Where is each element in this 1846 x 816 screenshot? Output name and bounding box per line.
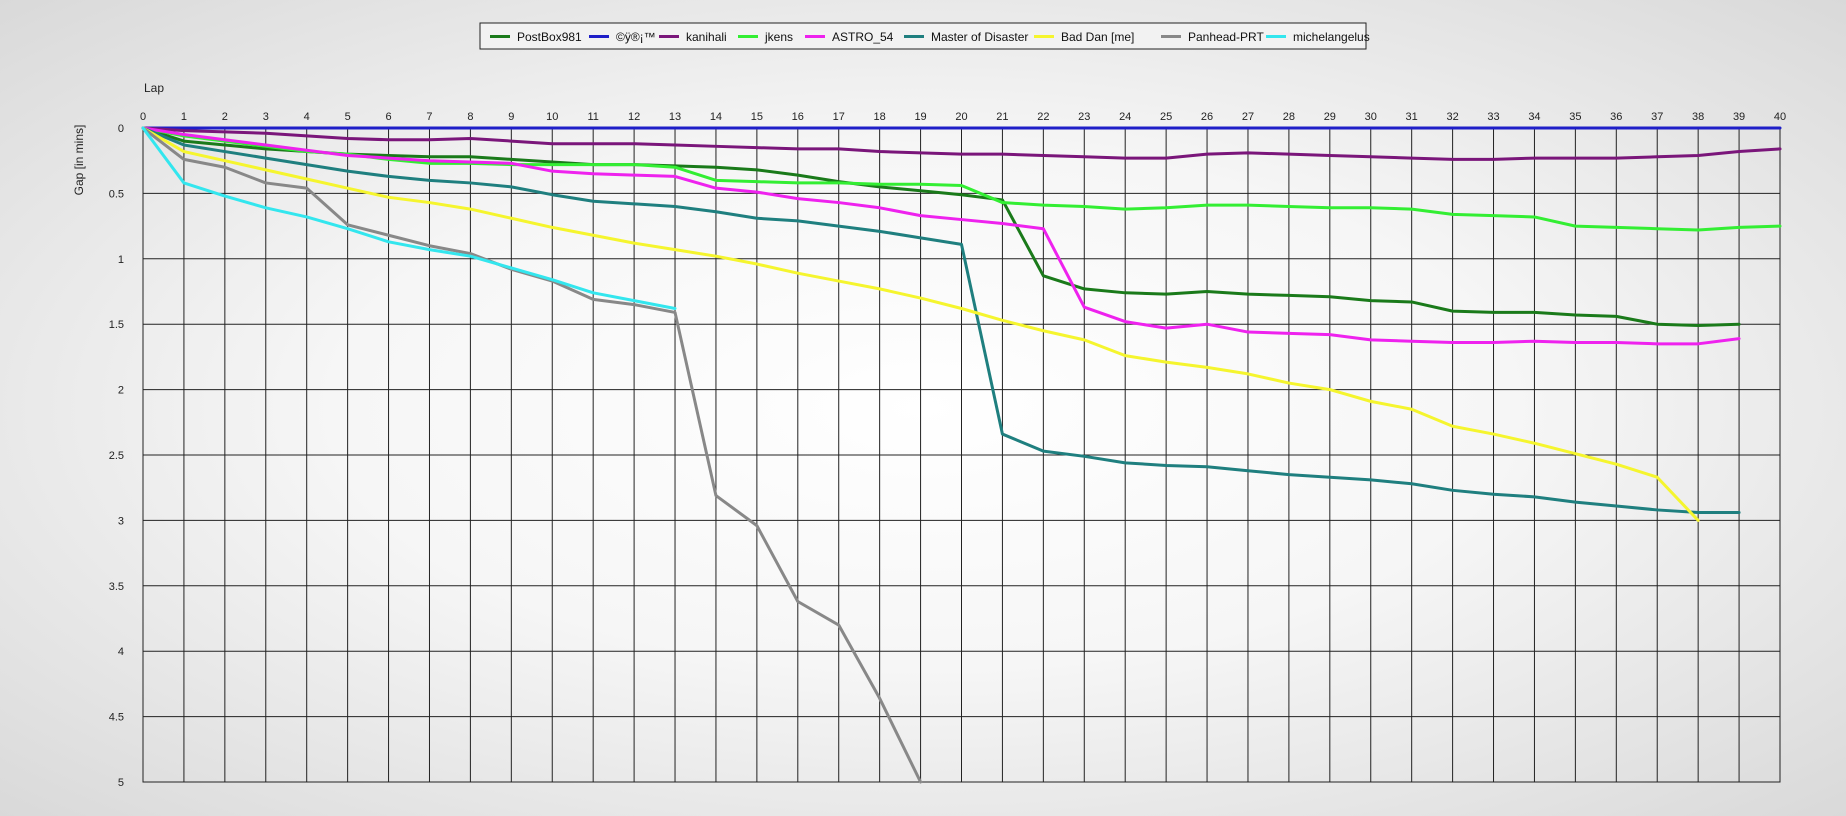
race-gap-chart: PostBox981 ©ÿ®¡™ kanihali jkens ASTRO_54 Mast… xyxy=(72,22,1786,789)
x-tick-label: 2 xyxy=(222,111,228,123)
legend-label: Master of Disaster xyxy=(931,30,1028,44)
x-tick-label: 36 xyxy=(1610,111,1622,123)
legend-label: kanihali xyxy=(686,30,727,44)
y-tick-label: 2.5 xyxy=(109,450,124,462)
x-tick-label: 24 xyxy=(1119,111,1131,123)
x-tick-label: 40 xyxy=(1774,111,1786,123)
legend-label: ©ÿ®¡™ xyxy=(616,30,656,44)
x-tick-label: 31 xyxy=(1406,111,1418,123)
plot-area: 0 1 2 3 4 5 6 7 8 9 10 11 12 13 14 15 16 17 18 19 20 21 22 23 24… xyxy=(109,111,1786,789)
x-tick-label: 14 xyxy=(710,111,722,123)
x-tick-label: 12 xyxy=(628,111,640,123)
x-tick-label: 22 xyxy=(1037,111,1049,123)
x-tick-label: 13 xyxy=(669,111,681,123)
x-tick-labels: 0 1 2 3 4 5 6 7 8 9 10 11 12 13 14 15 16 17 18 19 20 21 22 23 24… xyxy=(140,111,1786,123)
legend-label: jkens xyxy=(764,30,793,44)
x-tick-label: 5 xyxy=(345,111,351,123)
y-tick-label: 1.5 xyxy=(109,319,124,331)
x-tick-label: 10 xyxy=(546,111,558,123)
x-tick-label: 38 xyxy=(1692,111,1704,123)
legend-label: PostBox981 xyxy=(517,30,582,44)
y-tick-label: 5 xyxy=(118,777,124,789)
x-tick-label: 33 xyxy=(1487,111,1499,123)
legend-label: Bad Dan [me] xyxy=(1061,30,1134,44)
legend-label: ASTRO_54 xyxy=(832,30,894,44)
x-tick-label: 32 xyxy=(1446,111,1458,123)
x-tick-label: 3 xyxy=(263,111,269,123)
chart-legend: PostBox981 ©ÿ®¡™ kanihali jkens ASTRO_54 Mast… xyxy=(479,22,1370,50)
legend-label: Panhead-PRT xyxy=(1188,30,1264,44)
y-tick-label: 4 xyxy=(118,646,124,658)
x-tick-label: 26 xyxy=(1201,111,1213,123)
y-tick-label: 4.5 xyxy=(109,712,124,724)
x-tick-label: 29 xyxy=(1324,111,1336,123)
x-tick-label: 37 xyxy=(1651,111,1663,123)
x-tick-label: 30 xyxy=(1365,111,1377,123)
x-tick-label: 18 xyxy=(874,111,886,123)
x-tick-label: 17 xyxy=(833,111,845,123)
x-tick-label: 1 xyxy=(181,111,187,123)
legend-label: michelangelus xyxy=(1293,30,1370,44)
x-tick-label: 8 xyxy=(467,111,473,123)
x-tick-label: 25 xyxy=(1160,111,1172,123)
x-tick-label: 15 xyxy=(751,111,763,123)
y-tick-label: 1 xyxy=(118,254,124,266)
x-tick-label: 0 xyxy=(140,111,146,123)
x-tick-label: 20 xyxy=(955,111,967,123)
y-tick-label: 3.5 xyxy=(109,581,124,593)
x-tick-label: 7 xyxy=(426,111,432,123)
x-tick-label: 19 xyxy=(914,111,926,123)
x-tick-label: 28 xyxy=(1283,111,1295,123)
x-tick-label: 35 xyxy=(1569,111,1581,123)
y-tick-label: 2 xyxy=(118,385,124,397)
y-axis-title: Gap [in mins] xyxy=(72,125,86,196)
x-tick-label: 6 xyxy=(385,111,391,123)
y-tick-labels: 0 0.5 1 1.5 2 2.5 3 3.5 4 4.5 5 xyxy=(109,123,124,789)
x-tick-label: 39 xyxy=(1733,111,1745,123)
x-axis-title: Lap xyxy=(144,81,164,95)
x-tick-label: 27 xyxy=(1242,111,1254,123)
x-tick-label: 16 xyxy=(792,111,804,123)
y-tick-label: 0.5 xyxy=(109,188,124,200)
x-tick-label: 23 xyxy=(1078,111,1090,123)
y-tick-label: 0 xyxy=(118,123,124,135)
x-tick-label: 11 xyxy=(587,111,598,123)
x-tick-label: 4 xyxy=(304,111,310,123)
y-tick-label: 3 xyxy=(118,515,124,527)
x-tick-label: 21 xyxy=(996,111,1008,123)
x-tick-label: 9 xyxy=(508,111,514,123)
x-tick-label: 34 xyxy=(1528,111,1540,123)
grid-lines xyxy=(142,127,1781,783)
